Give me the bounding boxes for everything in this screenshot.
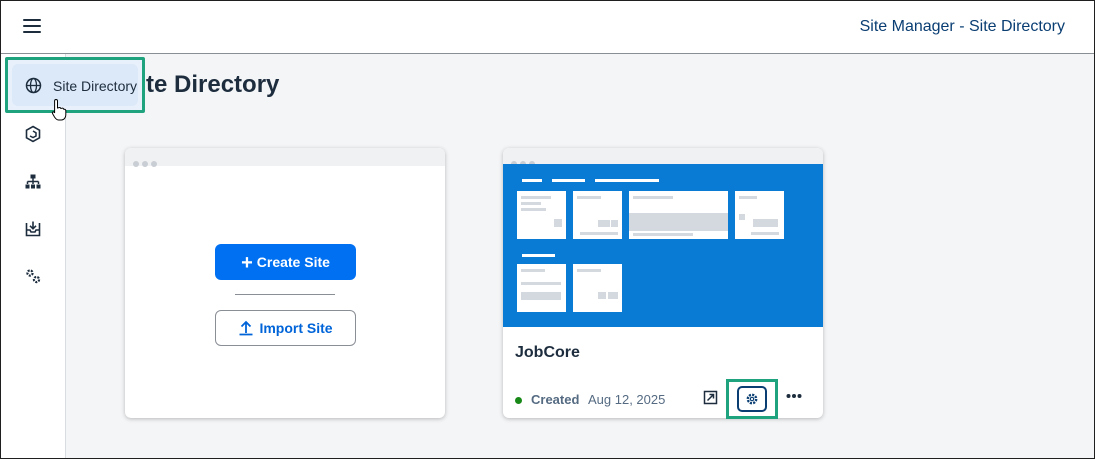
create-site-card: + Create Site Import Site bbox=[125, 148, 445, 418]
download-tray-icon[interactable] bbox=[24, 220, 42, 238]
page-title: te Directory bbox=[146, 71, 280, 98]
globe-icon bbox=[25, 77, 42, 94]
open-external-icon[interactable] bbox=[703, 390, 718, 405]
status-label: Created bbox=[531, 392, 580, 407]
create-site-label: Create Site bbox=[256, 254, 330, 270]
divider bbox=[235, 294, 335, 295]
create-site-button[interactable]: + Create Site bbox=[215, 244, 356, 280]
app-frame: Site Manager - Site Directory Site Direc… bbox=[0, 0, 1095, 459]
hexagon-icon[interactable] bbox=[24, 125, 42, 143]
site-directory-nav-item[interactable]: Site Directory bbox=[5, 57, 145, 113]
gears-icon[interactable] bbox=[24, 267, 42, 285]
shellbar: Site Manager - Site Directory bbox=[1, 1, 1094, 54]
site-directory-label: Site Directory bbox=[53, 78, 138, 94]
card-window-bar bbox=[125, 148, 445, 167]
hand-cursor-icon bbox=[51, 98, 67, 121]
hamburger-icon[interactable] bbox=[23, 19, 41, 33]
site-settings-button[interactable] bbox=[737, 386, 767, 412]
plus-icon: + bbox=[241, 252, 253, 274]
site-card[interactable]: JobCore Created Aug 12, 2025 bbox=[503, 148, 823, 418]
site-name[interactable]: JobCore bbox=[515, 344, 580, 362]
import-site-button[interactable]: Import Site bbox=[215, 310, 356, 346]
sitemap-icon[interactable] bbox=[24, 173, 42, 191]
upload-icon bbox=[239, 320, 253, 336]
site-settings-highlight bbox=[726, 379, 778, 419]
site-preview-thumbnail[interactable] bbox=[503, 164, 823, 327]
created-date: Aug 12, 2025 bbox=[588, 392, 666, 407]
shell-title: Site Manager - Site Directory bbox=[859, 18, 1065, 35]
status-indicator bbox=[515, 397, 522, 404]
more-icon[interactable] bbox=[786, 392, 802, 400]
import-site-label: Import Site bbox=[259, 320, 333, 336]
gear-icon bbox=[746, 393, 758, 405]
